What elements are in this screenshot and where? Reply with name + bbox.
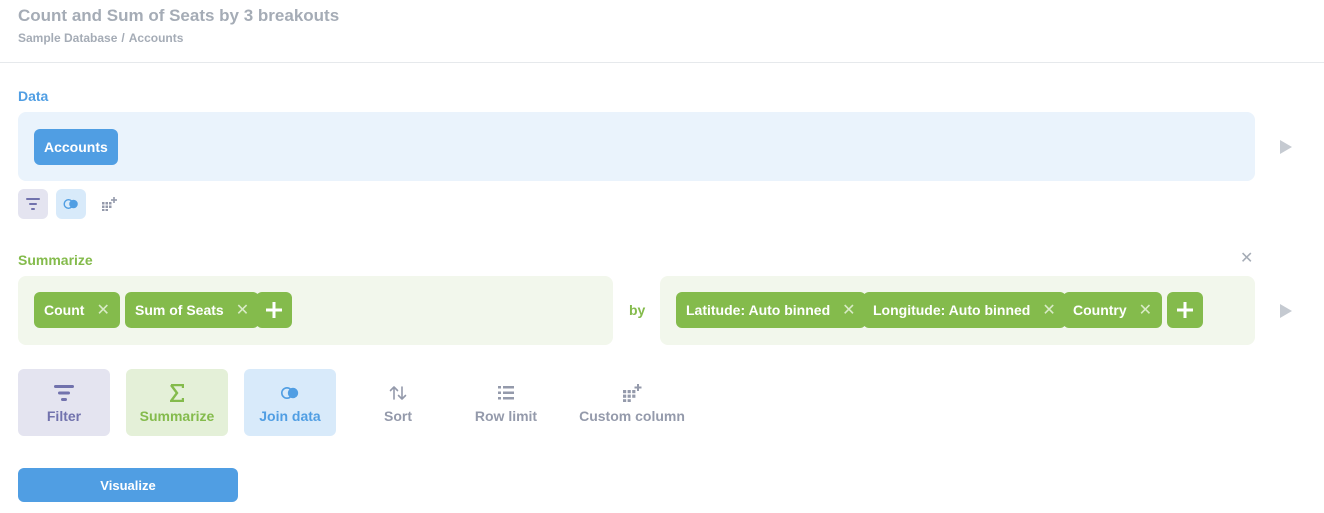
- row-limit-button-label: Row limit: [474, 407, 538, 424]
- add-column-icon: [102, 197, 117, 211]
- mini-filter-button[interactable]: [18, 189, 48, 219]
- join-data-button-label: Join data: [259, 407, 321, 424]
- breakouts-box: Latitude: Auto binned ✕ Longitude: Auto …: [660, 276, 1255, 345]
- add-column-icon: [623, 383, 642, 402]
- table-pill[interactable]: Accounts: [34, 129, 118, 165]
- plus-icon: [266, 302, 282, 318]
- metric-pill-count[interactable]: Count ✕: [34, 292, 120, 328]
- mini-join-button[interactable]: [56, 189, 86, 219]
- metrics-box: Count ✕ Sum of Seats ✕: [18, 276, 613, 345]
- breadcrumb-table[interactable]: Accounts: [129, 31, 184, 45]
- preview-data-icon[interactable]: [1280, 140, 1292, 154]
- filter-button[interactable]: Filter: [18, 369, 110, 436]
- summarize-section-label: Summarize: [18, 252, 93, 268]
- breadcrumb: Sample Database / Accounts: [18, 31, 183, 45]
- remove-metric-icon[interactable]: ✕: [224, 300, 259, 320]
- by-label: by: [629, 302, 646, 318]
- summarize-button-label: Summarize: [139, 407, 215, 424]
- add-breakout-button[interactable]: [1167, 292, 1203, 328]
- remove-breakout-icon[interactable]: ✕: [830, 300, 865, 320]
- sort-button-label: Sort: [384, 407, 412, 424]
- metric-label: Count: [44, 302, 85, 318]
- preview-summarize-icon[interactable]: [1280, 304, 1292, 318]
- header: Count and Sum of Seats by 3 breakouts Sa…: [0, 0, 1324, 63]
- breakout-label: Latitude: Auto binned: [686, 302, 831, 318]
- data-step: Accounts: [18, 112, 1255, 181]
- list-icon: [498, 385, 514, 399]
- join-data-button[interactable]: Join data: [244, 369, 336, 436]
- remove-breakout-icon[interactable]: ✕: [1127, 300, 1162, 320]
- sort-icon: [389, 385, 407, 400]
- metric-label: Sum of Seats: [135, 302, 224, 318]
- breakout-label: Longitude: Auto binned: [873, 302, 1031, 318]
- metric-pill-sum-of-seats[interactable]: Sum of Seats ✕: [125, 292, 260, 328]
- breadcrumb-separator: /: [121, 31, 125, 45]
- summarize-button[interactable]: Summarize: [126, 369, 228, 436]
- breakout-pill-latitude[interactable]: Latitude: Auto binned ✕: [676, 292, 866, 328]
- page-title: Count and Sum of Seats by 3 breakouts: [18, 6, 340, 25]
- breakout-pill-longitude[interactable]: Longitude: Auto binned ✕: [863, 292, 1066, 328]
- remove-breakout-icon[interactable]: ✕: [1030, 300, 1065, 320]
- data-section-label: Data: [18, 88, 49, 104]
- remove-metric-icon[interactable]: ✕: [84, 300, 119, 320]
- filter-icon: [54, 384, 74, 401]
- visualize-button[interactable]: Visualize: [18, 468, 238, 502]
- breakout-label: Country: [1073, 302, 1127, 318]
- breakout-pill-country[interactable]: Country ✕: [1063, 292, 1163, 328]
- breadcrumb-database[interactable]: Sample Database: [18, 31, 117, 45]
- row-limit-button[interactable]: Row limit: [466, 369, 546, 436]
- join-icon: [63, 199, 78, 209]
- remove-summarize-icon[interactable]: ✕: [1240, 251, 1253, 267]
- custom-column-button-label: Custom column: [579, 407, 685, 424]
- filter-button-label: Filter: [46, 407, 82, 424]
- filter-icon: [26, 198, 40, 210]
- sigma-icon: [170, 383, 184, 402]
- sort-button[interactable]: Sort: [360, 369, 436, 436]
- custom-column-button[interactable]: Custom column: [576, 369, 688, 436]
- plus-icon: [1177, 302, 1193, 318]
- add-metric-button[interactable]: [256, 292, 292, 328]
- mini-custom-column-button[interactable]: [94, 189, 124, 219]
- join-icon: [281, 386, 299, 399]
